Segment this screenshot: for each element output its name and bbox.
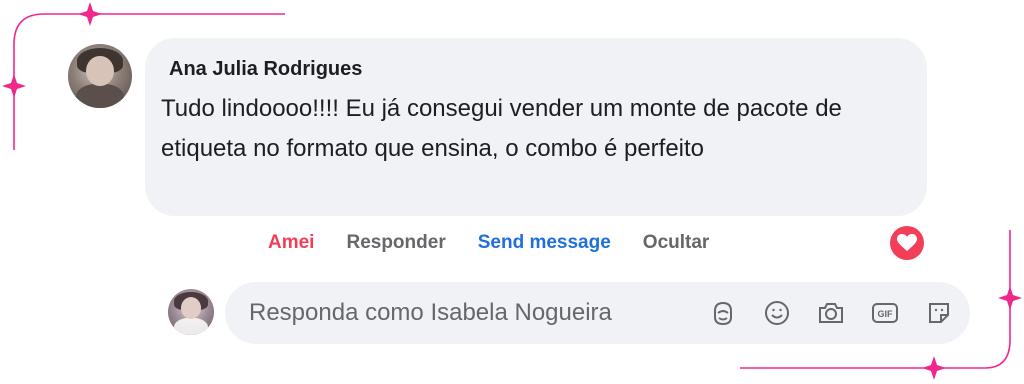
svg-text:GIF: GIF bbox=[878, 309, 894, 319]
camera-icon[interactable] bbox=[815, 297, 847, 329]
heart-icon[interactable] bbox=[890, 226, 924, 260]
reply-input[interactable] bbox=[249, 299, 689, 327]
reply-action-link[interactable]: Responder bbox=[346, 232, 445, 254]
avatar-face-shape bbox=[85, 55, 115, 87]
reply-icons: GIF bbox=[707, 297, 955, 329]
send-message-link[interactable]: Send message bbox=[478, 232, 611, 254]
current-user-avatar[interactable] bbox=[168, 289, 214, 335]
hide-action-link[interactable]: Ocultar bbox=[643, 232, 710, 254]
comment-text: Tudo lindoooo!!!! Eu já consegui vender … bbox=[161, 95, 842, 162]
reply-box: GIF bbox=[225, 282, 970, 344]
emoji-icon[interactable] bbox=[761, 297, 793, 329]
avatar-body-shape bbox=[173, 317, 209, 335]
comment-bubble: Ana Julia Rodrigues Tudo lindoooo!!!! Eu… bbox=[145, 38, 927, 216]
sticker-icon[interactable] bbox=[923, 297, 955, 329]
love-action-link[interactable]: Amei bbox=[268, 232, 314, 254]
comment-actions: Amei Responder Send message Ocultar bbox=[268, 232, 709, 254]
commenter-avatar[interactable] bbox=[68, 44, 132, 108]
heart-shape bbox=[897, 234, 917, 251]
avatar-body-shape bbox=[75, 83, 125, 108]
avatar-face-shape bbox=[180, 297, 202, 320]
gif-icon[interactable]: GIF bbox=[869, 297, 901, 329]
avatar-sticker-icon[interactable] bbox=[707, 297, 739, 329]
comment-author[interactable]: Ana Julia Rodrigues bbox=[169, 58, 903, 81]
